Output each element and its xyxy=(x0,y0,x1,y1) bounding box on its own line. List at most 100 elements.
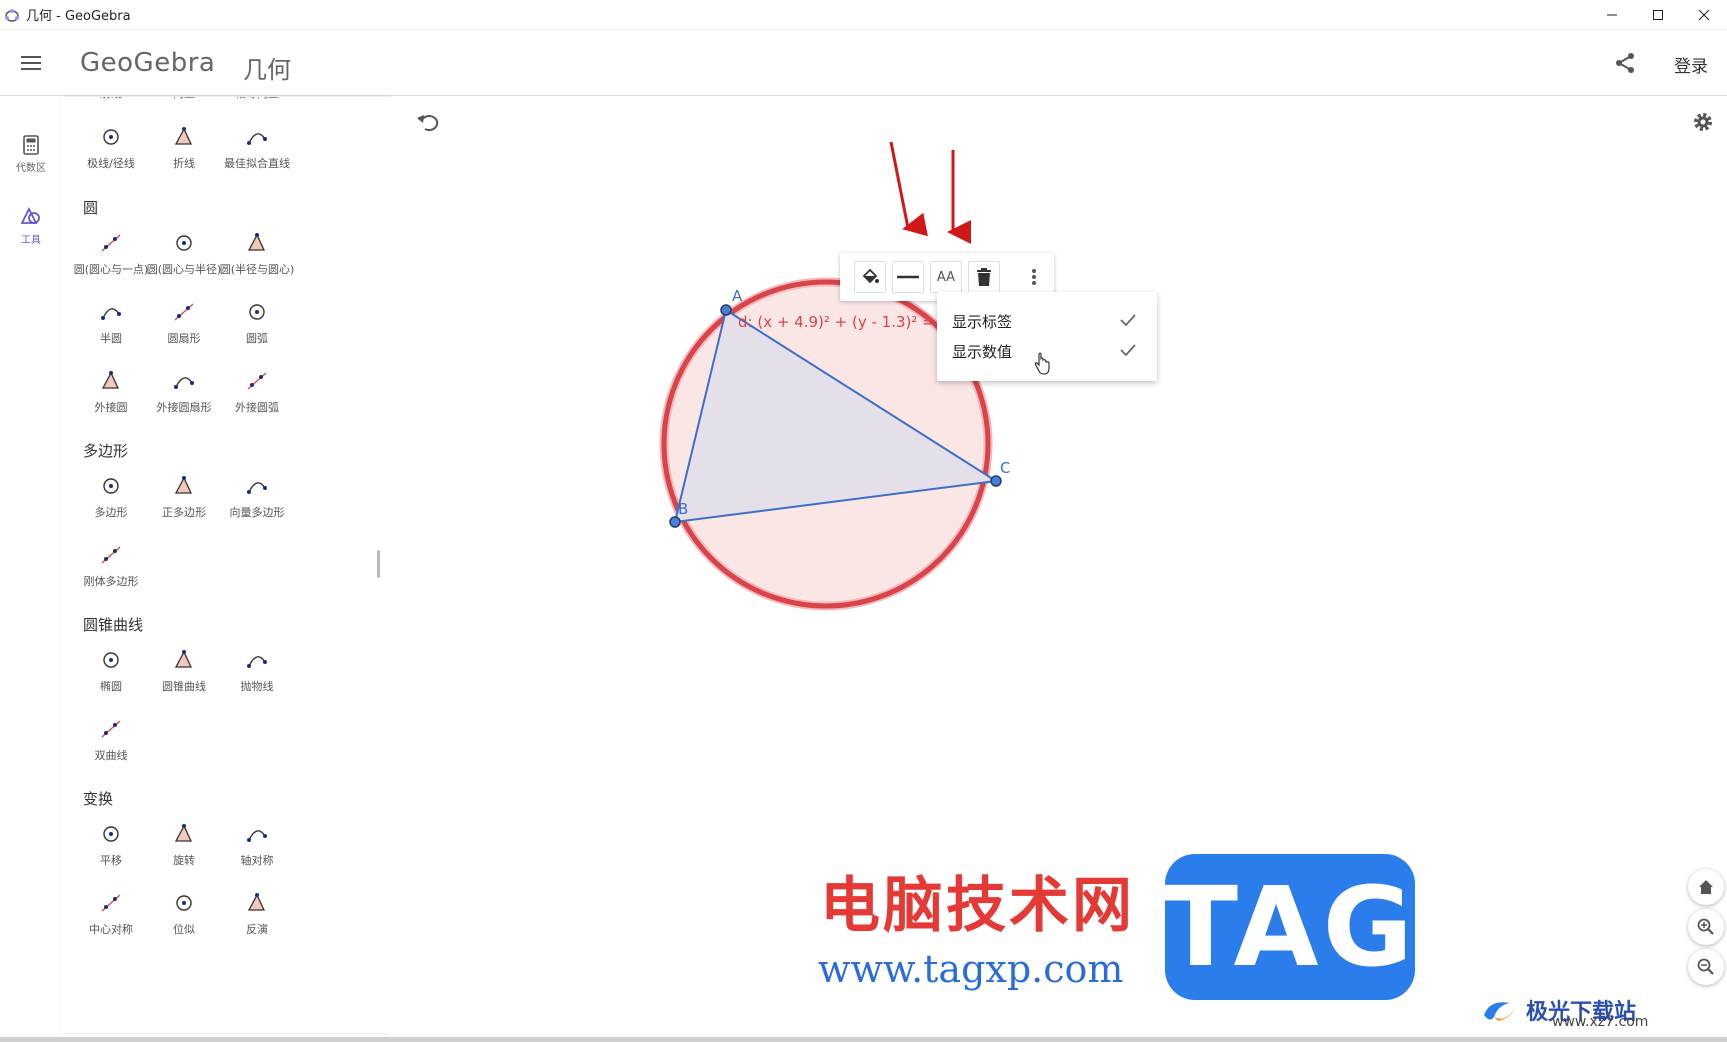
tool-label: 半圆 xyxy=(100,332,122,345)
tool-button[interactable]: 圆(半径与圆心) xyxy=(216,231,298,277)
home-button[interactable] xyxy=(1688,869,1724,905)
menu-item-show-value[interactable]: 显示数值 xyxy=(937,334,1157,375)
tool-label: 圆弧 xyxy=(246,332,268,345)
tool-label: 极线/径线 xyxy=(87,157,135,170)
tool-button[interactable]: 圆锥曲线 xyxy=(143,648,225,694)
tool-button[interactable]: 双曲线 xyxy=(70,717,152,763)
tool-label: 正多边形 xyxy=(162,506,206,519)
tool-button[interactable]: 极线/径线 xyxy=(70,125,152,171)
tool-button[interactable]: 向量 xyxy=(143,97,225,101)
point-label-a: A xyxy=(732,287,743,305)
tool-icon xyxy=(247,482,267,494)
tool-button[interactable]: 旋转 xyxy=(143,822,225,868)
tool-label: 双曲线 xyxy=(94,749,128,762)
point-a[interactable] xyxy=(720,304,732,316)
tool-icon xyxy=(101,234,121,252)
tools-panel: 射线 向量 相等向量极线/径线 折线 最佳拟合直线圆圆(圆心与一点)圆(圆心与半径)圆(… xyxy=(62,97,390,1033)
rail-label: 代数区 xyxy=(16,163,46,174)
login-button[interactable]: 登录 xyxy=(1674,52,1708,77)
tool-button[interactable]: 射线 xyxy=(70,97,152,101)
tool-icon xyxy=(101,894,121,912)
corner-watermark-url: www.xz7.com xyxy=(1552,1014,1649,1030)
hand-cursor-icon xyxy=(1034,352,1050,375)
tool-icon xyxy=(247,830,267,842)
tool-button[interactable]: 圆(圆心与一点) xyxy=(70,231,152,277)
tool-icon xyxy=(101,371,120,389)
tool-button[interactable]: 最佳拟合直线 xyxy=(216,125,298,171)
label-options-menu: 显示标签 显示数值 xyxy=(937,292,1157,381)
tool-button[interactable]: 圆弧 xyxy=(216,300,298,346)
tool-icon xyxy=(247,656,267,668)
bottom-edge xyxy=(0,1037,1727,1042)
label-style-button[interactable]: AA xyxy=(930,261,962,293)
line-style-icon xyxy=(897,275,919,279)
tool-icon xyxy=(103,826,119,842)
tool-button[interactable]: 外接圆 xyxy=(70,369,152,415)
maximize-button[interactable] xyxy=(1635,0,1681,30)
tool-label: 向量 xyxy=(173,97,195,100)
tool-button[interactable]: 向量多边形 xyxy=(216,474,298,520)
graphics-view[interactable]: d: (x + 4.9)² + (y - 1.3)² = 9 A B C AA xyxy=(390,97,1727,1037)
window-title: 几何 - GeoGebra xyxy=(26,9,131,24)
more-options-button[interactable] xyxy=(1018,261,1050,293)
corner-watermark: 极光下载站 www.xz7.com xyxy=(1480,990,1727,1030)
label-style-icon: AA xyxy=(936,269,956,285)
tool-button[interactable]: 半圆 xyxy=(70,300,152,346)
zoom-in-button[interactable] xyxy=(1688,909,1724,945)
close-button[interactable] xyxy=(1681,0,1727,30)
app-header: GeoGebra 几何 登录 xyxy=(0,30,1727,96)
rail-item-tools[interactable]: 工具 xyxy=(0,207,62,246)
tool-icon xyxy=(174,476,193,494)
tool-button[interactable]: 圆扇形 xyxy=(143,300,225,346)
tool-button[interactable]: 轴对称 xyxy=(216,822,298,868)
fill-color-button[interactable] xyxy=(854,261,886,293)
tool-button[interactable]: 抛物线 xyxy=(216,648,298,694)
tool-button[interactable]: 刚体多边形 xyxy=(70,543,152,589)
tool-button[interactable]: 平移 xyxy=(70,822,152,868)
tool-label: 圆(圆心与半径) xyxy=(146,263,222,276)
geogebra-app-icon xyxy=(5,8,19,22)
zoom-out-icon xyxy=(1697,958,1714,975)
window-titlebar: 几何 - GeoGebra xyxy=(0,0,1727,30)
delete-button[interactable] xyxy=(968,261,1000,293)
tool-icon xyxy=(174,824,193,842)
tool-label: 外接圆扇形 xyxy=(156,401,212,414)
point-c[interactable] xyxy=(990,475,1002,487)
tool-label: 最佳拟合直线 xyxy=(224,157,290,170)
rail-item-algebra[interactable]: 代数区 xyxy=(0,135,62,174)
hamburger-menu-icon[interactable] xyxy=(18,50,44,76)
tool-button[interactable]: 反演 xyxy=(216,891,298,937)
tool-button[interactable]: 圆(圆心与半径) xyxy=(143,231,225,277)
share-icon[interactable] xyxy=(1612,50,1638,76)
tool-label: 外接圆 xyxy=(94,401,128,414)
zoom-in-icon xyxy=(1697,918,1714,935)
menu-item-label: 显示标签 xyxy=(952,313,1013,331)
menu-item-show-label[interactable]: 显示标签 xyxy=(937,304,1157,336)
tool-label: 圆扇形 xyxy=(167,332,201,345)
tools-scrollbar[interactable] xyxy=(377,550,380,578)
calculator-icon xyxy=(23,135,39,155)
minimize-button[interactable] xyxy=(1589,0,1635,30)
watermark-text: 电脑技术网 xyxy=(820,871,1135,941)
tool-button[interactable]: 相等向量 xyxy=(216,97,298,101)
tool-label: 外接圆弧 xyxy=(235,401,279,414)
point-label-b: B xyxy=(678,500,688,518)
tool-button[interactable]: 中心对称 xyxy=(70,891,152,937)
tool-button[interactable]: 位似 xyxy=(143,891,225,937)
tool-label: 圆锥曲线 xyxy=(162,680,206,693)
tool-label: 椭圆 xyxy=(100,680,122,693)
checkmark-icon xyxy=(1120,314,1136,327)
zoom-out-button[interactable] xyxy=(1688,949,1724,985)
line-style-button[interactable] xyxy=(892,261,924,293)
tool-button[interactable]: 折线 xyxy=(143,125,225,171)
point-b[interactable] xyxy=(669,516,681,528)
rail-label: 工具 xyxy=(21,235,41,246)
tool-label: 折线 xyxy=(173,157,195,170)
close-icon xyxy=(1698,9,1710,21)
tool-button[interactable]: 椭圆 xyxy=(70,648,152,694)
tool-button[interactable]: 正多边形 xyxy=(143,474,225,520)
tool-button[interactable]: 外接圆扇形 xyxy=(143,369,225,415)
tool-label: 圆(圆心与一点) xyxy=(73,263,149,276)
tool-button[interactable]: 多边形 xyxy=(70,474,152,520)
tool-button[interactable]: 外接圆弧 xyxy=(216,369,298,415)
